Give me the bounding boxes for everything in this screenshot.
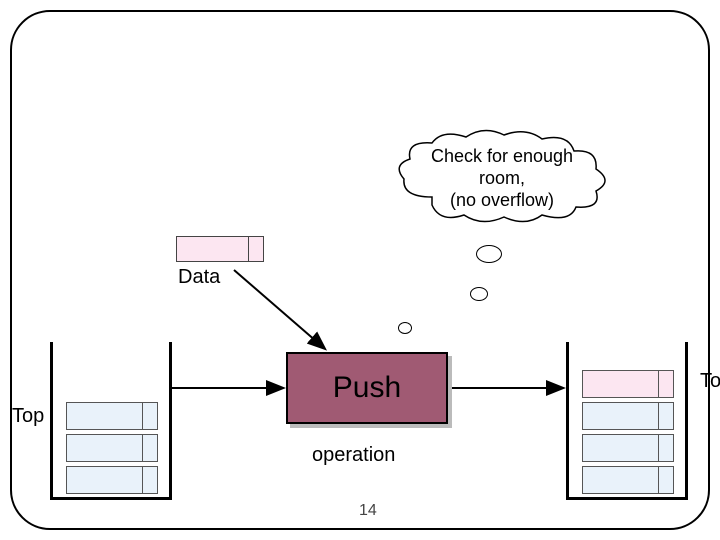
top-label-right: Top bbox=[700, 370, 720, 393]
cloud-line-1: Check for enough bbox=[431, 146, 573, 166]
right-stack-cell-top-pink bbox=[582, 370, 674, 398]
right-stack-cell-3 bbox=[582, 466, 674, 494]
data-label: Data bbox=[178, 266, 220, 289]
slide-frame: Check for enough room, (no overflow) Dat… bbox=[10, 10, 710, 530]
operation-label: operation bbox=[312, 444, 395, 467]
top-label-left: Top bbox=[12, 405, 44, 428]
left-stack-cell-2 bbox=[66, 434, 158, 462]
cloud-text: Check for enough room, (no overflow) bbox=[392, 145, 612, 211]
overflow-check-cloud: Check for enough room, (no overflow) bbox=[392, 127, 612, 227]
left-stack-cell-3 bbox=[66, 466, 158, 494]
right-stack-cell-1 bbox=[582, 402, 674, 430]
slide-number: 14 bbox=[359, 502, 377, 520]
push-label: Push bbox=[333, 371, 401, 405]
data-cell bbox=[176, 236, 264, 262]
right-stack-cell-2 bbox=[582, 434, 674, 462]
thought-bubble-3 bbox=[398, 322, 412, 334]
push-block: Push bbox=[286, 352, 448, 424]
thought-bubble-2 bbox=[470, 287, 488, 301]
thought-bubble-1 bbox=[476, 245, 502, 263]
cloud-line-3: (no overflow) bbox=[450, 190, 554, 210]
left-stack-cell-1 bbox=[66, 402, 158, 430]
cloud-line-2: room, bbox=[479, 168, 525, 188]
